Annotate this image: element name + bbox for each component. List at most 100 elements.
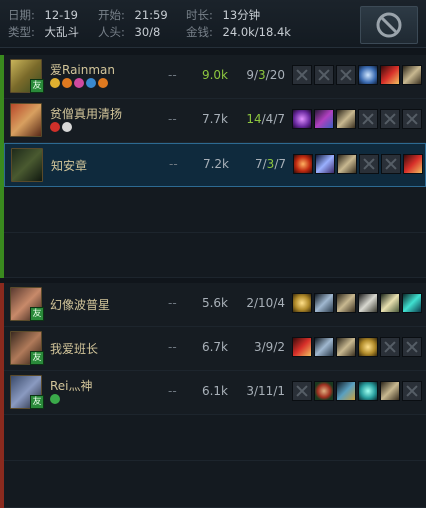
boots-item-icon[interactable] (336, 293, 356, 313)
kills-value: 3 (246, 384, 254, 398)
player-kda: 9/3/20 (232, 68, 285, 82)
friend-badge: 友 (30, 307, 44, 321)
deaths-value: 11 (258, 384, 274, 398)
kills-value: 7 (254, 157, 263, 171)
friend-badge: 友 (30, 351, 44, 365)
deaths-value: 3 (258, 68, 266, 82)
boots-item-icon[interactable] (380, 381, 400, 401)
arrow-item-icon[interactable] (336, 381, 356, 401)
player-kda: 14/4/7 (232, 112, 285, 126)
start-time-field: 开始: 21:59 (98, 8, 168, 23)
player-name[interactable]: 幻像波普星 (50, 296, 110, 313)
kills-value: 30/8 (134, 25, 161, 39)
orange-badge-icon (98, 78, 108, 88)
player-kda: 3/11/1 (232, 384, 285, 398)
purple-tome-item-icon[interactable] (292, 109, 312, 129)
empty-slot-row (4, 461, 426, 508)
item-slots (292, 337, 422, 357)
player-gold: 9.0k (201, 68, 228, 82)
broadsword-item-icon[interactable] (314, 337, 334, 357)
player-row[interactable]: 贫僧真用清扬 -- 7.7k 14/4/7 (4, 99, 426, 143)
assists-value: 2 (277, 340, 285, 354)
player-badges (50, 394, 60, 404)
assists-value: 4 (277, 296, 285, 310)
date-label: 日期: (8, 8, 35, 22)
kills-value: 3 (253, 340, 262, 354)
ice-gauntlet-item-icon[interactable] (358, 65, 378, 85)
item-slots (292, 381, 422, 401)
red-orb-item-icon[interactable] (293, 154, 313, 174)
player-row[interactable]: 友爱Rainman -- 9.0k 9/3/20 (4, 55, 426, 99)
gold-gauntlet-item-icon[interactable] (292, 293, 312, 313)
player-gold: 7.7k (201, 112, 228, 126)
rank-placeholder: -- (168, 68, 177, 82)
block-button[interactable] (360, 6, 418, 44)
player-gold: 6.7k (201, 340, 228, 354)
gold-field: 金钱: 24.0k/18.4k (186, 25, 291, 40)
mode-field: 类型: 大乱斗 (8, 25, 79, 40)
player-gold: 5.6k (201, 296, 228, 310)
match-summary-header: 日期: 12-19 开始: 21:59 时长: 13分钟 类型: 大乱斗 人头:… (0, 0, 426, 48)
boots-item-icon[interactable] (337, 154, 357, 174)
boots-item-icon[interactable] (336, 337, 356, 357)
player-name[interactable]: 爱Rainman (50, 61, 115, 78)
rank-placeholder: -- (168, 384, 177, 398)
empty-item-slot-icon (381, 154, 401, 174)
green-shield-badge-icon (50, 394, 60, 404)
date-value: 12-19 (44, 8, 78, 22)
teal-scythe-item-icon[interactable] (358, 381, 378, 401)
player-row[interactable]: 友我爱班长 -- 6.7k 3/9/2 (4, 327, 426, 371)
start-time-label: 开始: (98, 8, 125, 22)
rank-placeholder: -- (168, 296, 177, 310)
player-row[interactable]: 友幻像波普星 -- 5.6k 2/10/4 (4, 283, 426, 327)
empty-slot-row (4, 233, 426, 278)
player-kda: 2/10/4 (232, 296, 285, 310)
kills-value: 2 (246, 296, 254, 310)
player-name[interactable]: 贫僧真用清扬 (50, 105, 122, 122)
empty-item-slot-icon (402, 337, 422, 357)
blue-sword-item-icon[interactable] (315, 154, 335, 174)
assists-value: 20 (269, 68, 285, 82)
player-kda: 3/9/2 (232, 340, 285, 354)
gold-label: 金钱: (186, 25, 213, 39)
empty-item-slot-icon (402, 109, 422, 129)
friend-badge: 友 (30, 395, 44, 409)
kills-field: 人头: 30/8 (98, 25, 160, 40)
empty-item-slot-icon (380, 109, 400, 129)
blade-item-icon[interactable] (380, 293, 400, 313)
gold-gauntlet-item-icon[interactable] (358, 337, 378, 357)
kills-value: 9 (246, 68, 254, 82)
red-amulet-item-icon[interactable] (314, 381, 334, 401)
player-row[interactable]: 友 Rei灬神 -- 6.1k 3/11/1 (4, 371, 426, 415)
crystal-scepter-item-icon[interactable] (314, 109, 334, 129)
broadsword-item-icon[interactable] (314, 293, 334, 313)
boots-item-icon[interactable] (402, 65, 422, 85)
item-slots (292, 293, 422, 313)
silver-claw-item-icon[interactable] (358, 293, 378, 313)
red-badge-icon (50, 122, 60, 132)
red-blade-item-icon[interactable] (403, 154, 423, 174)
empty-slot-row (4, 415, 426, 461)
boots-item-icon[interactable] (336, 109, 356, 129)
empty-item-slot-icon (336, 65, 356, 85)
red-blade-item-icon[interactable] (292, 337, 312, 357)
mode-label: 类型: (8, 25, 35, 39)
champion-portrait[interactable] (10, 103, 42, 137)
team-2-panel: 友幻像波普星 -- 5.6k 2/10/4 友我爱班长 -- 6.7k 3/9/2 友 Rei灬神… (0, 283, 426, 508)
empty-item-slot-icon (292, 381, 312, 401)
player-kda: 7/3/7 (233, 157, 286, 171)
teal-blade-item-icon[interactable] (402, 293, 422, 313)
item-slots (293, 154, 423, 174)
red-blade-item-icon[interactable] (380, 65, 400, 85)
player-row[interactable]: 知安章 -- 7.2k 7/3/7 (4, 143, 426, 187)
empty-slot-row (4, 187, 426, 233)
duration-value: 13分钟 (222, 8, 261, 22)
assists-value: 7 (278, 157, 286, 171)
pink-badge-icon (74, 78, 84, 88)
player-name[interactable]: Rei灬神 (50, 377, 93, 394)
start-time-value: 21:59 (134, 8, 168, 22)
champion-portrait[interactable] (11, 148, 43, 182)
player-name[interactable]: 知安章 (51, 157, 87, 174)
deaths-value: 10 (258, 296, 274, 310)
player-name[interactable]: 我爱班长 (50, 340, 98, 357)
